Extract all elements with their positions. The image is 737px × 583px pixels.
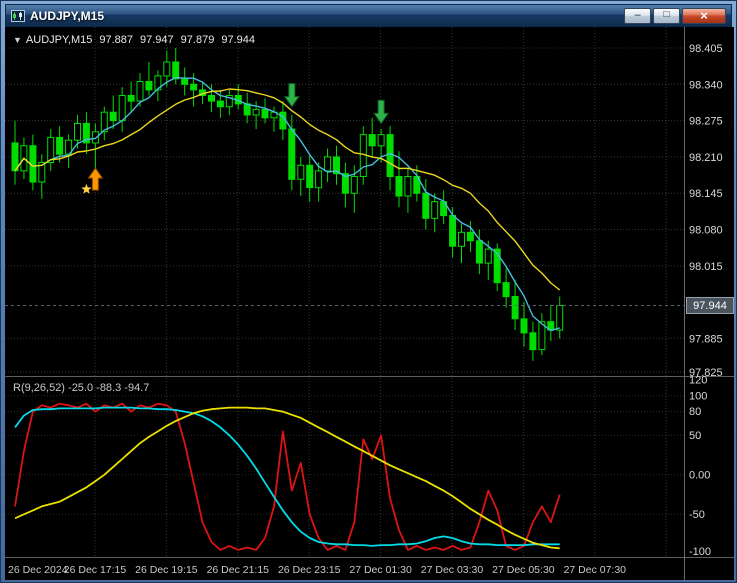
ohlc-open-value: 97.887 [99, 34, 134, 46]
sell-arrow-icon [373, 99, 390, 125]
mt4-chart-window: AUDJPY,M15 – □ × 98.405 98.340 98.275 98.21… [0, 0, 737, 583]
symbol-dropdown-icon[interactable]: ▼ [13, 35, 22, 45]
minimize-button[interactable]: – [624, 7, 651, 24]
price-scale[interactable] [685, 27, 734, 580]
maximize-button[interactable]: □ [653, 7, 680, 24]
window-titlebar[interactable]: AUDJPY,M15 – □ × [5, 4, 732, 27]
chart-symbol-label: AUDJPY,M15 [25, 34, 93, 46]
chart-ohlc-header: ▼ AUDJPY,M15 97.887 97.947 97.879 97.944 [13, 34, 262, 46]
minimize-icon: – [634, 9, 641, 21]
buy-arrow-icon [87, 167, 104, 191]
ohlc-low-value: 97.879 [180, 34, 215, 46]
chart-client-area: 98.405 98.340 98.275 98.210 98.145 98.080 98.0… [5, 27, 734, 580]
chart-window-icon [11, 9, 25, 22]
ohlc-close-value: 97.944 [221, 34, 255, 46]
close-icon: × [700, 8, 708, 23]
window-controls: – □ × [624, 7, 726, 24]
time-scale[interactable] [5, 558, 684, 580]
indicator-label: R(9,26,52) -25.0 -88.3 -94.7 [13, 382, 150, 394]
star-icon [81, 183, 92, 194]
sell-arrow-icon [283, 83, 300, 108]
window-title: AUDJPY,M15 [30, 8, 105, 23]
close-button[interactable]: × [682, 7, 726, 24]
ohlc-high-value: 97.947 [140, 34, 174, 46]
chart-plot[interactable]: 98.40598.34098.27598.21098.14598.08098.0… [5, 27, 734, 580]
maximize-icon: □ [663, 8, 670, 20]
